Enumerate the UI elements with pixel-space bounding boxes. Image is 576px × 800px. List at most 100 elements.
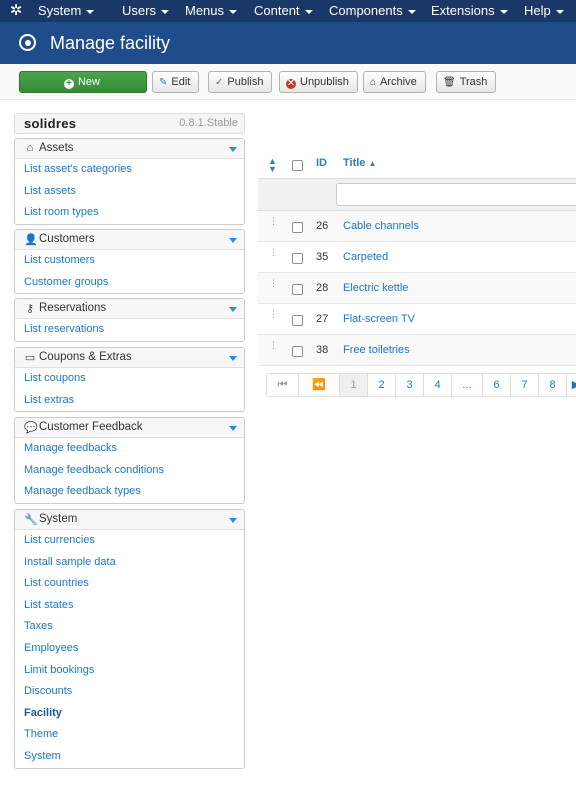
menu-components[interactable]: Components <box>329 0 416 22</box>
caret-down-icon <box>555 9 564 14</box>
table-row[interactable]: ⋮ 27 Flat-screen TV <box>258 304 576 335</box>
page-7[interactable]: 7 <box>511 374 539 396</box>
page-4[interactable]: 4 <box>424 374 452 396</box>
sidebar-item-list-asset-categories[interactable]: List asset's categories <box>15 159 244 181</box>
chevron-down-icon[interactable] <box>229 518 237 523</box>
sidebar-item-list-states[interactable]: List states <box>15 595 244 617</box>
sidebar-item-employees[interactable]: Employees <box>15 638 244 660</box>
row-title-link[interactable]: Flat-screen TV <box>343 313 415 325</box>
menu-users[interactable]: Users <box>122 0 169 22</box>
next-page-icon[interactable]: ▶ <box>567 374 576 396</box>
table-row[interactable]: ⋮ 28 Electric kettle <box>258 273 576 304</box>
page-2[interactable]: 2 <box>368 374 396 396</box>
page-header: Manage facility <box>0 22 576 64</box>
row-title-link[interactable]: Cable channels <box>343 220 419 232</box>
menu-users-label: Users <box>122 3 156 18</box>
publish-button-label: Publish <box>227 76 264 88</box>
panel-header-coupons-extras[interactable]: ▭ Coupons & Extras <box>15 348 244 368</box>
sidebar-item-list-currencies[interactable]: List currencies <box>15 530 244 552</box>
sidebar-item-list-countries[interactable]: List countries <box>15 573 244 595</box>
panel-header-assets[interactable]: ⌂ Assets <box>15 139 244 159</box>
panel-header-customer-feedback[interactable]: 💬 Customer Feedback <box>15 418 244 438</box>
edit-icon: ✎ <box>159 77 168 88</box>
sidebar-item-system[interactable]: System <box>15 746 244 768</box>
drag-handle-icon[interactable]: ⋮ <box>269 279 278 288</box>
sidebar-item-discounts[interactable]: Discounts <box>15 681 244 703</box>
drag-handle-icon[interactable]: ⋮ <box>269 310 278 319</box>
previous-page-icon[interactable]: ⏪ <box>299 374 340 396</box>
chevron-down-icon[interactable] <box>229 356 237 361</box>
pagination: ⏮ ⏪ 1 2 3 4 ... 6 7 8 ▶ <box>266 373 576 397</box>
panel-header-system[interactable]: 🔧 System <box>15 510 244 530</box>
sidebar-item-manage-feedback-conditions[interactable]: Manage feedback conditions <box>15 460 244 482</box>
joomla-logo-icon[interactable]: ✲ <box>8 3 24 19</box>
sidebar-item-limit-bookings[interactable]: Limit bookings <box>15 660 244 682</box>
archive-button[interactable]: ⌂ Archive <box>363 71 426 93</box>
menu-system[interactable]: System <box>38 0 95 22</box>
column-header-title[interactable]: Title ▲ <box>343 157 376 169</box>
row-id: 38 <box>316 344 329 356</box>
page-3[interactable]: 3 <box>396 374 424 396</box>
home-icon: ⌂ <box>26 142 34 154</box>
menu-extensions[interactable]: Extensions <box>431 0 508 22</box>
sidebar-item-install-sample-data[interactable]: Install sample data <box>15 552 244 574</box>
sidebar-item-list-reservations[interactable]: List reservations <box>15 319 244 341</box>
publish-button[interactable]: ✓ Publish <box>208 71 273 93</box>
sidebar-item-manage-feedbacks[interactable]: Manage feedbacks <box>15 438 244 460</box>
ordering-sort-icon[interactable]: ▲ ▼ <box>268 157 277 174</box>
chevron-down-icon[interactable] <box>229 238 237 243</box>
row-checkbox[interactable] <box>292 253 303 264</box>
panel-title: Customers <box>39 233 95 245</box>
sidebar-item-list-coupons[interactable]: List coupons <box>15 368 244 390</box>
chevron-down-icon[interactable] <box>229 426 237 431</box>
page-1[interactable]: 1 <box>340 374 368 396</box>
chevron-down-icon[interactable] <box>229 147 237 152</box>
panel-header-reservations[interactable]: ⚷ Reservations <box>15 299 244 319</box>
chevron-down-icon[interactable] <box>229 307 237 312</box>
sidebar-item-facility[interactable]: Facility <box>15 703 244 725</box>
sidebar-item-list-extras[interactable]: List extras <box>15 390 244 412</box>
plus-icon: + <box>63 79 74 89</box>
column-header-id[interactable]: ID <box>316 157 327 169</box>
trash-button[interactable]: 🗑 Trash <box>436 71 497 93</box>
select-all-checkbox[interactable] <box>292 160 303 171</box>
sort-ascending-icon: ▲ <box>368 159 377 168</box>
sidebar-item-list-assets[interactable]: List assets <box>15 181 244 203</box>
panel-assets: ⌂ Assets List asset's categories List as… <box>14 138 245 225</box>
row-checkbox[interactable] <box>292 222 303 233</box>
sidebar-item-taxes[interactable]: Taxes <box>15 616 244 638</box>
panel-coupons-extras: ▭ Coupons & Extras List coupons List ext… <box>14 347 245 413</box>
trash-icon: 🗑 <box>443 77 456 88</box>
unpublish-button[interactable]: ✕ Unpublish <box>279 71 358 93</box>
sidebar-item-list-room-types[interactable]: List room types <box>15 202 244 224</box>
sidebar-item-manage-feedback-types[interactable]: Manage feedback types <box>15 481 244 503</box>
row-checkbox[interactable] <box>292 315 303 326</box>
menu-help-label: Help <box>524 3 551 18</box>
table-row[interactable]: ⋮ 38 Free toiletries <box>258 335 576 366</box>
title-filter-input[interactable] <box>336 183 576 206</box>
table-row[interactable]: ⋮ 35 Carpeted <box>258 242 576 273</box>
row-title-link[interactable]: Free toiletries <box>343 344 410 356</box>
drag-handle-icon[interactable]: ⋮ <box>269 341 278 350</box>
row-title-link[interactable]: Electric kettle <box>343 282 408 294</box>
sidebar-item-theme[interactable]: Theme <box>15 724 244 746</box>
first-page-icon[interactable]: ⏮ <box>267 374 299 396</box>
sidebar-item-list-customers[interactable]: List customers <box>15 250 244 272</box>
comments-icon: 💬 <box>24 422 38 434</box>
drag-handle-icon[interactable]: ⋮ <box>269 217 278 226</box>
row-id: 28 <box>316 282 329 294</box>
page-6[interactable]: 6 <box>483 374 511 396</box>
drag-handle-icon[interactable]: ⋮ <box>269 248 278 257</box>
panel-header-customers[interactable]: 👤 Customers <box>15 230 244 250</box>
new-button[interactable]: + New <box>19 71 147 93</box>
menu-content[interactable]: Content <box>254 0 313 22</box>
page-8[interactable]: 8 <box>539 374 567 396</box>
row-title-link[interactable]: Carpeted <box>343 251 388 263</box>
menu-help[interactable]: Help <box>524 0 564 22</box>
sidebar-item-customer-groups[interactable]: Customer groups <box>15 272 244 294</box>
edit-button[interactable]: ✎ Edit <box>152 71 200 93</box>
table-row[interactable]: ⋮ 26 Cable channels <box>258 211 576 242</box>
row-checkbox[interactable] <box>292 284 303 295</box>
row-checkbox[interactable] <box>292 346 303 357</box>
menu-menus[interactable]: Menus <box>185 0 238 22</box>
